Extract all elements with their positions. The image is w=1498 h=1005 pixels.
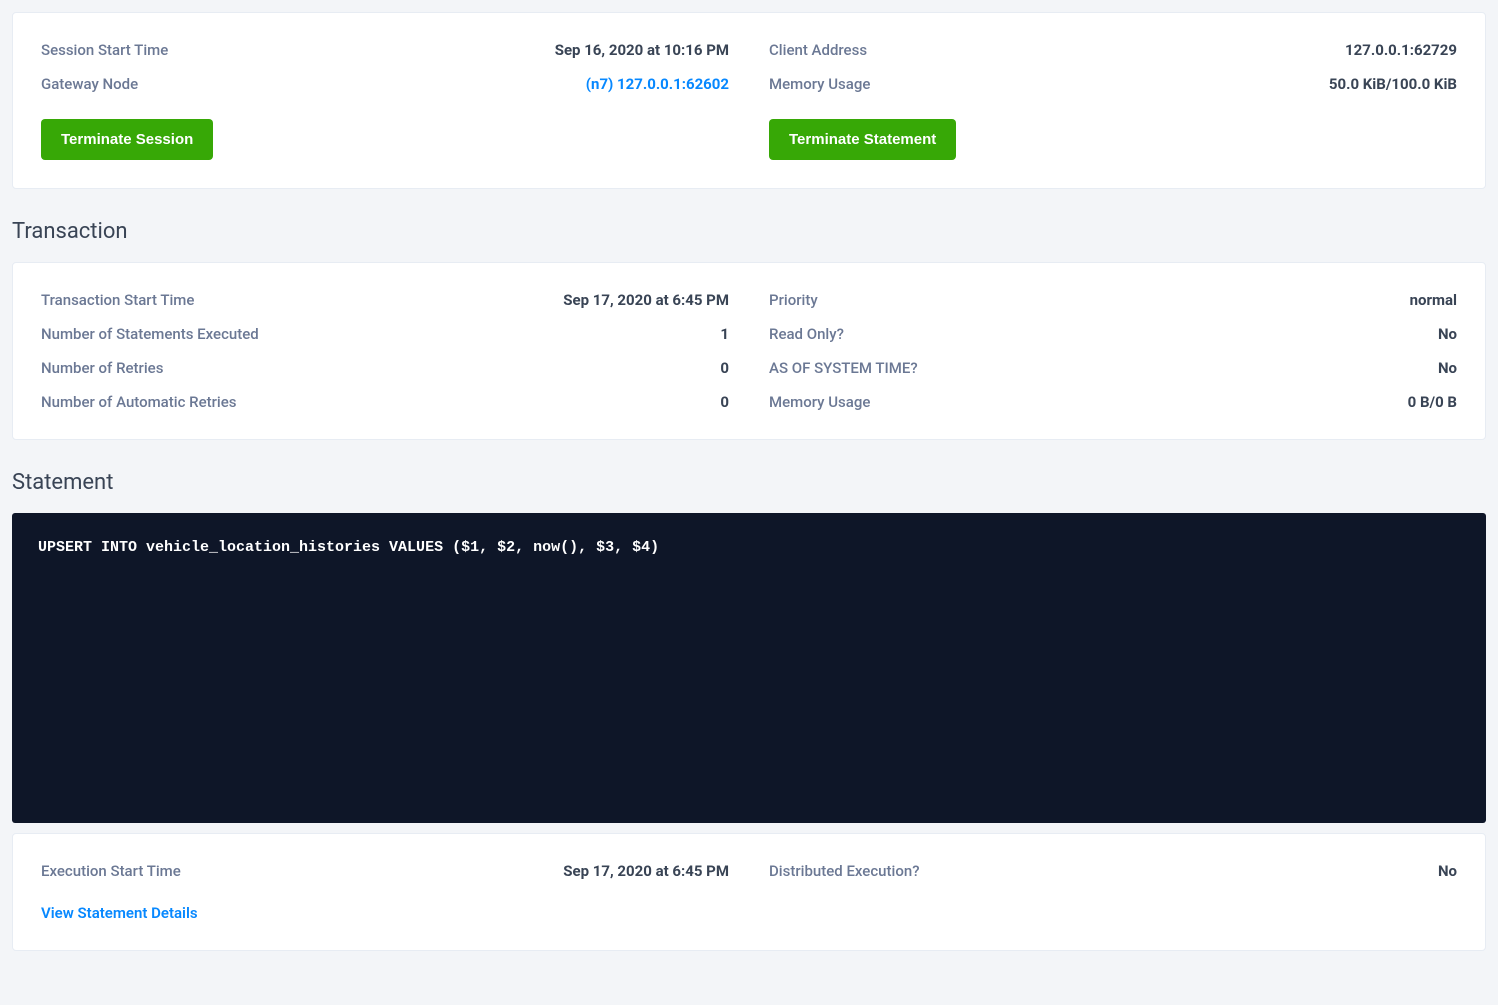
gateway-node-label: Gateway Node bbox=[41, 75, 138, 93]
num-statements-label: Number of Statements Executed bbox=[41, 325, 259, 343]
session-start-time-value: Sep 16, 2020 at 10:16 PM bbox=[555, 41, 729, 59]
transaction-heading: Transaction bbox=[12, 219, 1486, 244]
transaction-card: Transaction Start Time Sep 17, 2020 at 6… bbox=[12, 262, 1486, 440]
client-address-label: Client Address bbox=[769, 41, 867, 59]
statement-card: Execution Start Time Sep 17, 2020 at 6:4… bbox=[12, 833, 1486, 951]
session-card: Session Start Time Sep 16, 2020 at 10:16… bbox=[12, 12, 1486, 189]
read-only-value: No bbox=[1438, 325, 1457, 343]
statement-heading: Statement bbox=[12, 470, 1486, 495]
as-of-system-time-value: No bbox=[1438, 359, 1457, 377]
transaction-memory-value: 0 B/0 B bbox=[1408, 393, 1457, 411]
num-retries-value: 0 bbox=[720, 359, 729, 377]
num-retries-label: Number of Retries bbox=[41, 359, 163, 377]
read-only-label: Read Only? bbox=[769, 325, 844, 343]
transaction-memory-label: Memory Usage bbox=[769, 393, 870, 411]
num-auto-retries-value: 0 bbox=[720, 393, 729, 411]
distributed-exec-value: No bbox=[1438, 862, 1457, 880]
priority-value: normal bbox=[1410, 291, 1457, 309]
session-memory-label: Memory Usage bbox=[769, 75, 870, 93]
transaction-start-time-value: Sep 17, 2020 at 6:45 PM bbox=[563, 291, 729, 309]
priority-label: Priority bbox=[769, 291, 818, 309]
terminate-statement-button[interactable]: Terminate Statement bbox=[769, 119, 956, 160]
client-address-value: 127.0.0.1:62729 bbox=[1345, 41, 1457, 59]
exec-start-time-value: Sep 17, 2020 at 6:45 PM bbox=[563, 862, 729, 880]
exec-start-time-label: Execution Start Time bbox=[41, 862, 181, 880]
statement-sql-block: UPSERT INTO vehicle_location_histories V… bbox=[12, 513, 1486, 823]
as-of-system-time-label: AS OF SYSTEM TIME? bbox=[769, 359, 918, 377]
session-start-time-label: Session Start Time bbox=[41, 41, 168, 59]
distributed-exec-label: Distributed Execution? bbox=[769, 862, 920, 880]
view-statement-details-link[interactable]: View Statement Details bbox=[41, 904, 198, 922]
terminate-session-button[interactable]: Terminate Session bbox=[41, 119, 213, 160]
num-statements-value: 1 bbox=[720, 325, 729, 343]
session-memory-value: 50.0 KiB/100.0 KiB bbox=[1329, 75, 1457, 93]
gateway-node-link[interactable]: (n7) 127.0.0.1:62602 bbox=[586, 75, 729, 93]
num-auto-retries-label: Number of Automatic Retries bbox=[41, 393, 237, 411]
transaction-start-time-label: Transaction Start Time bbox=[41, 291, 194, 309]
